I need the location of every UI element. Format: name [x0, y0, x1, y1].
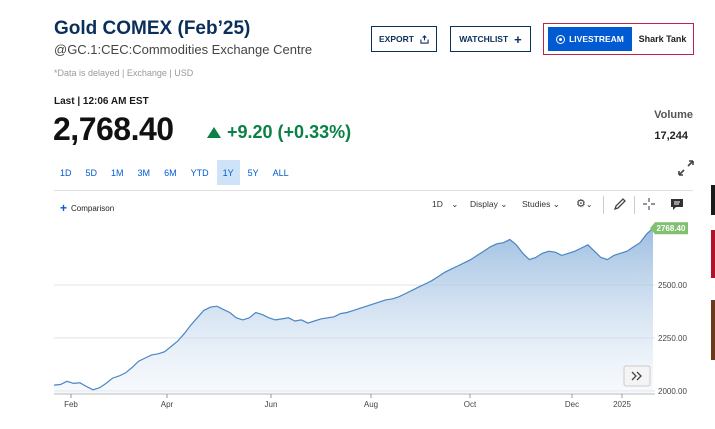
range-1m[interactable]: 1M: [105, 160, 130, 185]
last-price: 2,768.40: [53, 111, 174, 147]
x-tick-label: 2025: [613, 400, 631, 409]
export-button[interactable]: EXPORT: [371, 26, 437, 52]
price-chart[interactable]: 2500.00 2250.00 2000.00 Feb Apr Jun Aug Oct Dec 2…: [0, 222, 711, 412]
toolbar-separator: [634, 196, 635, 214]
x-tick-label: Oct: [464, 400, 477, 409]
studies-dropdown[interactable]: Studies ⌄: [522, 199, 560, 210]
page-edge: [711, 230, 715, 278]
range-ytd[interactable]: YTD: [185, 160, 215, 185]
range-3m[interactable]: 3M: [132, 160, 157, 185]
volume-label: Volume: [654, 109, 693, 121]
price-change: +9.20 (+0.33%): [207, 122, 351, 143]
comparison-button[interactable]: + Comparison: [60, 201, 114, 215]
chevron-down-icon: ⌄: [585, 200, 593, 209]
range-1y[interactable]: 1Y: [216, 160, 240, 185]
range-all[interactable]: ALL: [267, 160, 295, 185]
livestream-label: LIVESTREAM: [569, 34, 624, 44]
y-tick-label: 2250.00: [658, 334, 687, 343]
last-time: Last | 12:06 AM EST: [54, 96, 149, 107]
page-title: Gold COMEX (Feb’25): [54, 18, 251, 39]
crosshair-icon[interactable]: [641, 196, 657, 212]
comment-icon[interactable]: [669, 196, 685, 212]
plus-icon: +: [514, 31, 522, 47]
toolbar-divider: [54, 190, 693, 191]
x-tick-label: Aug: [364, 400, 378, 409]
pencil-icon[interactable]: [612, 196, 628, 212]
last-price-label: 2768.40: [657, 224, 686, 233]
volume-value: 17,244: [654, 130, 688, 142]
x-tick-label: Feb: [64, 400, 78, 409]
display-dropdown[interactable]: Display ⌄: [470, 199, 507, 210]
range-1d[interactable]: 1D: [54, 160, 78, 185]
x-tick-label: Dec: [565, 400, 579, 409]
expand-icon[interactable]: [677, 159, 695, 177]
studies-label: Studies: [522, 199, 551, 209]
settings-dropdown[interactable]: ⚙⌄: [576, 197, 593, 210]
delay-note: *Data is delayed | Exchange | USD: [54, 68, 194, 78]
comparison-label: Comparison: [71, 203, 115, 213]
livestream-promo[interactable]: LIVESTREAM Shark Tank: [543, 23, 694, 55]
exchange-subtitle: @GC.1:CEC:Commodities Exchange Centre: [54, 42, 313, 57]
chevron-down-icon: ⌄: [552, 199, 560, 209]
share-icon: [420, 34, 429, 44]
toolbar-separator: [603, 196, 604, 214]
y-tick-label: 2500.00: [658, 281, 687, 290]
chevron-down-icon: ⌄: [451, 199, 459, 209]
livestream-button[interactable]: LIVESTREAM: [548, 27, 632, 51]
show-title[interactable]: Shark Tank: [632, 34, 693, 44]
up-arrow-icon: [207, 127, 221, 138]
interval-dropdown[interactable]: 1D ⌄: [432, 199, 458, 210]
export-label: EXPORT: [379, 34, 414, 44]
interval-label: 1D: [432, 199, 443, 209]
watchlist-label: WATCHLIST: [459, 34, 509, 44]
chevron-down-icon: ⌄: [500, 199, 508, 209]
time-range-tabs: 1D 5D 1M 3M 6M YTD 1Y 5Y ALL: [54, 160, 297, 185]
display-label: Display: [470, 199, 498, 209]
page-edge: [711, 185, 715, 215]
page-edge: [711, 300, 715, 360]
gear-icon: ⚙: [576, 198, 586, 210]
live-icon: [556, 34, 566, 44]
x-tick-label: Jun: [265, 400, 278, 409]
scroll-forward-button[interactable]: [623, 365, 651, 387]
watchlist-button[interactable]: WATCHLIST +: [450, 26, 531, 52]
range-5d[interactable]: 5D: [80, 160, 104, 185]
price-area: [54, 228, 653, 394]
change-value: +9.20 (+0.33%): [227, 122, 352, 142]
range-6m[interactable]: 6M: [158, 160, 183, 185]
x-tick-label: Apr: [161, 400, 174, 409]
plus-icon: +: [60, 201, 68, 215]
range-5y[interactable]: 5Y: [242, 160, 265, 185]
y-tick-label: 2000.00: [658, 387, 687, 396]
